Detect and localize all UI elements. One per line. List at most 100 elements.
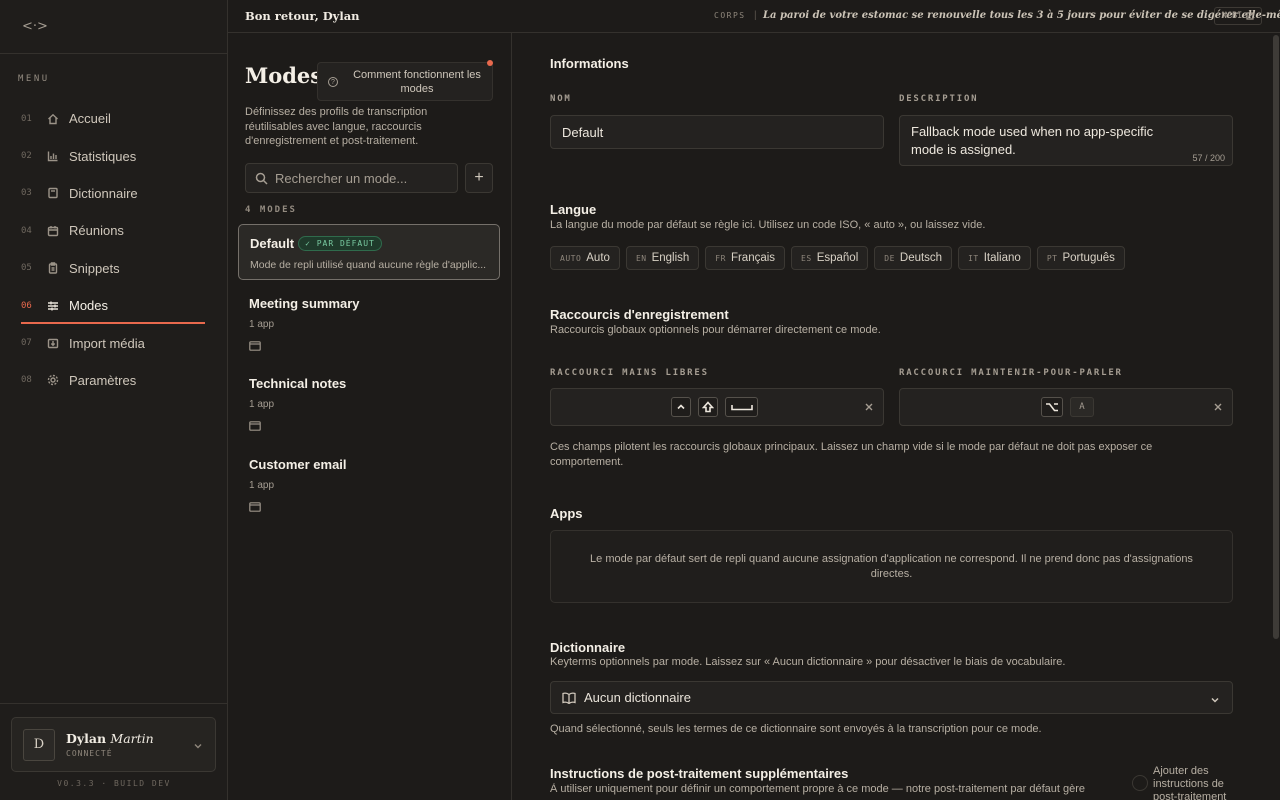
mode-item-default[interactable]: Default ✓ PAR DÉFAUT Mode de repli utilis… [238, 224, 500, 280]
shortcuts-note: Ces champs pilotent les raccourcis globa… [550, 441, 1153, 468]
help-button-label: Comment fonctionnent les modes [353, 68, 481, 95]
apps-message: Le mode par défaut sert de repli quand a… [590, 553, 1193, 580]
toggle-label: Ajouter des instructions de post-traitem… [1153, 765, 1227, 800]
nav-number: 01 [21, 113, 32, 124]
language-code: EN [635, 253, 647, 263]
scrollbar-thumb[interactable] [1273, 35, 1279, 639]
help-button[interactable]: ? Comment fonctionnent les modes [317, 62, 493, 101]
description-field: Fallback mode used when no app-specific … [899, 115, 1233, 166]
import-icon [47, 336, 69, 350]
app-window-icon [249, 418, 261, 431]
language-chips: AUTO Auto EN English FR Français ES Español … [550, 246, 1125, 270]
mode-detail-panel: Informations NOM DESCRIPTION Fallback mo… [512, 33, 1272, 800]
space-key-icon [725, 397, 758, 417]
fact-source-link[interactable]: NCBI [1214, 7, 1262, 25]
sidebar-item-import-media[interactable]: 07 Import média [0, 324, 228, 361]
section-description-langue: La langue du mode par défaut se règle ic… [550, 219, 986, 231]
mode-name: Default [250, 236, 295, 251]
search-icon [255, 172, 268, 185]
dictionary-select[interactable]: Aucun dictionnaire [550, 681, 1233, 714]
sidebar-item-label: Modes [69, 298, 109, 314]
app-logo-icon[interactable]: <·> [22, 19, 48, 34]
user-info: Dylan Martin CONNECTÉ [66, 731, 154, 758]
language-code: IT [968, 253, 979, 263]
modes-count: 4 MODES [245, 205, 297, 215]
detail-scrollbar[interactable] [1272, 33, 1280, 800]
fact-text: La paroi de votre estomac se renouvelle … [763, 10, 1280, 21]
menu-label: MENU [18, 74, 50, 84]
sidebar-item-label: Accueil [69, 111, 111, 127]
language-chip-auto[interactable]: AUTO Auto [550, 246, 620, 270]
control-key-icon [671, 397, 691, 417]
language-name: Français [730, 252, 776, 264]
page-description: Définissez des profils de transcription … [245, 106, 428, 147]
mode-app-count: 1 app [249, 480, 275, 491]
name-input[interactable] [562, 125, 862, 140]
search-input[interactable] [275, 170, 455, 186]
sidebar-item-dictionnaire[interactable]: 03 Dictionnaire [0, 175, 228, 212]
sidebar-item-snippets[interactable]: 05 Snippets [0, 250, 228, 287]
search-field [245, 163, 458, 193]
mode-item-customer-email[interactable]: Customer email 1 app [249, 457, 489, 512]
name-field [550, 115, 884, 149]
toggle-switch[interactable] [1132, 775, 1148, 791]
sliders-icon [47, 299, 69, 313]
language-code: DE [884, 253, 895, 263]
description-input[interactable]: Fallback mode used when no app-specific … [911, 123, 1181, 163]
push-to-talk-shortcut-field[interactable]: A [899, 388, 1233, 426]
default-badge: ✓ PAR DÉFAUT [298, 236, 382, 251]
option-key-icon [1041, 397, 1063, 417]
language-name: English [651, 252, 690, 264]
section-title-post-traitement: Instructions de post-traitement suppléme… [550, 766, 849, 781]
nav-number: 05 [21, 263, 32, 274]
dictionary-selected-value: Aucun dictionnaire [584, 690, 691, 705]
source-label: NCBI [1221, 11, 1243, 21]
book-icon [47, 186, 69, 200]
fact-category: CORPS [714, 11, 746, 20]
sidebar-item-parametres[interactable]: 08 Paramètres [0, 362, 228, 399]
language-chip-en[interactable]: EN English [625, 246, 700, 270]
sidebar-item-statistiques[interactable]: 02 Statistiques [0, 137, 228, 174]
mode-item-technical-notes[interactable]: Technical notes 1 app [249, 376, 489, 431]
sidebar-item-label: Paramètres [69, 372, 137, 388]
language-chip-pt[interactable]: PT Português [1036, 246, 1125, 270]
sidebar-item-label: Dictionnaire [69, 185, 138, 201]
sidebar-item-reunions[interactable]: 04 Réunions [0, 212, 228, 249]
sidebar-item-modes[interactable]: 06 Modes [0, 287, 228, 325]
apps-empty-state: Le mode par défaut sert de repli quand a… [550, 530, 1233, 603]
language-name: Italiano [983, 252, 1021, 264]
fact-separator: | [754, 10, 757, 21]
top-bar: Bon retour, Dylan CORPS | La paroi de vo… [228, 0, 1280, 33]
nav-number: 03 [21, 188, 32, 199]
letter-key: A [1070, 397, 1094, 417]
push-to-talk-label: RACCOURCI MAINTENIR-POUR-PARLER [899, 368, 1123, 378]
section-description-post-traitement: À utiliser uniquement pour définir un co… [550, 783, 1086, 795]
chevron-down-icon [193, 738, 203, 749]
mode-app-count: 1 app [249, 319, 275, 330]
hands-free-label: RACCOURCI MAINS LIBRES [550, 368, 709, 378]
language-chip-it[interactable]: IT Italiano [958, 246, 1031, 270]
language-chip-de[interactable]: DE Deutsch [874, 246, 953, 270]
help-icon: ? [328, 76, 338, 87]
shortcut-keys [671, 397, 758, 417]
user-first-name: Dylan [66, 731, 107, 746]
clear-shortcut-icon[interactable] [1213, 399, 1223, 411]
avatar: D [23, 728, 55, 761]
nav-number: 02 [21, 151, 32, 162]
language-chip-fr[interactable]: FR Français [705, 246, 786, 270]
clear-shortcut-icon[interactable] [864, 399, 874, 411]
post-processing-toggle[interactable]: Ajouter des instructions de post-traitem… [1132, 765, 1239, 800]
gear-icon [47, 373, 69, 387]
sidebar-item-accueil[interactable]: 01 Accueil [0, 100, 228, 137]
section-description-raccourcis: Raccourcis globaux optionnels pour démar… [550, 324, 881, 336]
user-menu[interactable]: D Dylan Martin CONNECTÉ [11, 717, 216, 772]
external-link-icon [1246, 12, 1254, 20]
language-name: Português [1062, 252, 1115, 264]
nav-number: 08 [21, 375, 32, 386]
language-chip-es[interactable]: ES Español [791, 246, 869, 270]
section-description-dictionnaire: Keyterms optionnels par mode. Laissez su… [550, 656, 1066, 668]
mode-item-meeting-summary[interactable]: Meeting summary 1 app [249, 296, 489, 351]
hands-free-shortcut-field[interactable] [550, 388, 884, 426]
description-label: DESCRIPTION [899, 94, 979, 104]
add-mode-button[interactable]: + [465, 163, 493, 193]
